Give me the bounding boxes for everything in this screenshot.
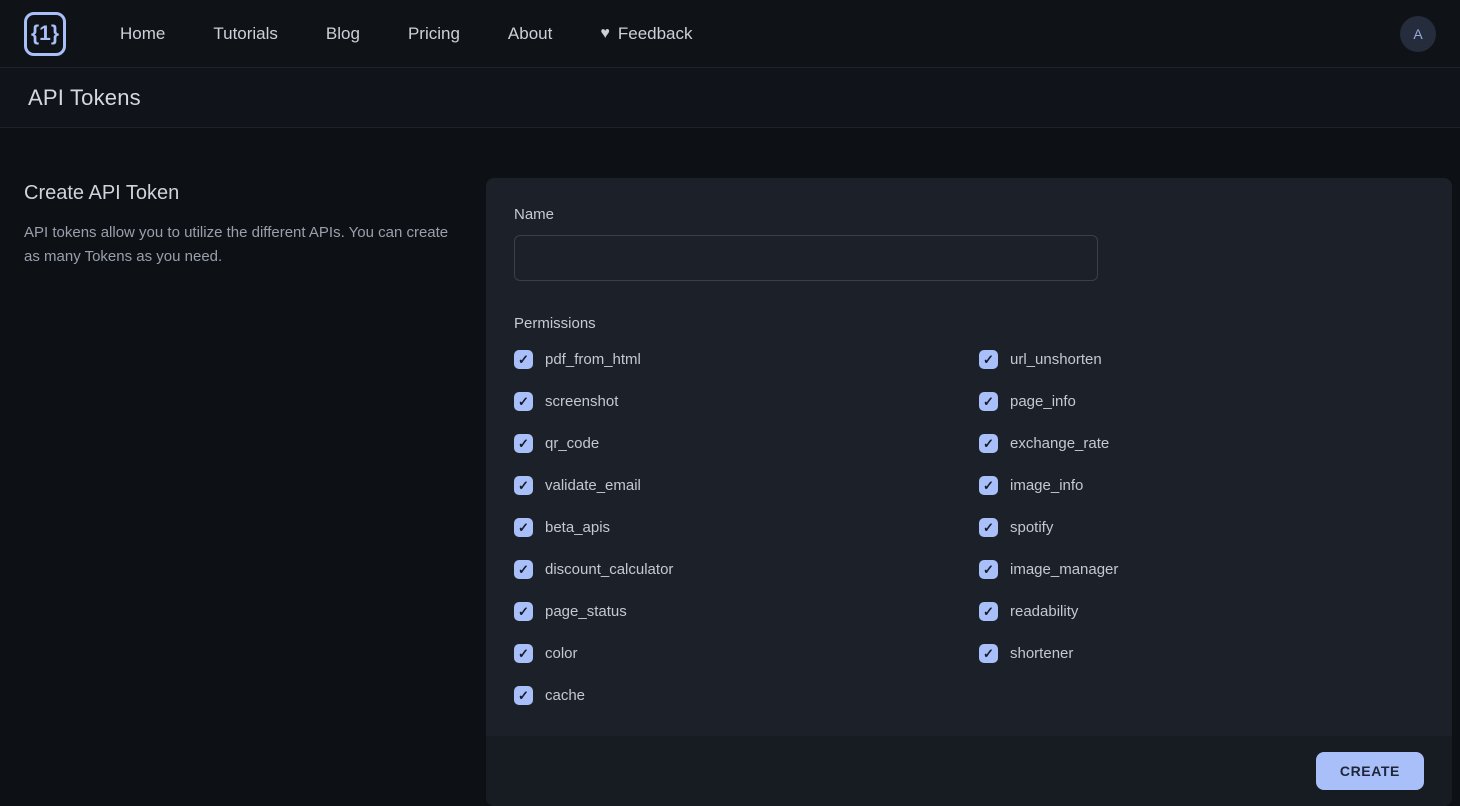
permission-item[interactable]: ✓ beta_apis: [514, 518, 610, 537]
permission-item[interactable]: ✓ discount_calculator: [514, 560, 673, 579]
permission-item[interactable]: ✓ validate_email: [514, 476, 641, 495]
navbar: {1} Home Tutorials Blog Pricing About ♥ Feedba…: [0, 0, 1460, 68]
name-input[interactable]: [514, 235, 1098, 281]
checkbox-checked-icon[interactable]: ✓: [514, 686, 533, 705]
card-body: Name Permissions ✓ pdf_from_html ✓ screensh…: [486, 178, 1452, 736]
permissions-column: ✓ pdf_from_html ✓ screenshot ✓ qr_code ✓ valida…: [514, 350, 959, 705]
checkbox-checked-icon[interactable]: ✓: [514, 644, 533, 663]
checkbox-checked-icon[interactable]: ✓: [979, 518, 998, 537]
permission-label: image_info: [1010, 477, 1083, 494]
permission-label: screenshot: [545, 393, 618, 410]
intro-section: Create API Token API tokens allow you to…: [24, 178, 486, 269]
permission-item[interactable]: ✓ pdf_from_html: [514, 350, 641, 369]
nav-item-label: Pricing: [408, 24, 460, 44]
nav-item-pricing[interactable]: Pricing: [384, 16, 484, 52]
permission-item[interactable]: ✓ page_info: [979, 392, 1076, 411]
checkbox-checked-icon[interactable]: ✓: [514, 560, 533, 579]
page-header: API Tokens: [0, 68, 1460, 128]
create-token-card: Name Permissions ✓ pdf_from_html ✓ screensh…: [486, 178, 1452, 806]
main-content: Create API Token API tokens allow you to…: [0, 128, 1460, 806]
nav-item-tutorials[interactable]: Tutorials: [189, 16, 302, 52]
permission-label: pdf_from_html: [545, 351, 641, 368]
permission-label: shortener: [1010, 645, 1073, 662]
checkbox-checked-icon[interactable]: ✓: [514, 392, 533, 411]
nav-item-label: Tutorials: [213, 24, 278, 44]
checkbox-checked-icon[interactable]: ✓: [979, 476, 998, 495]
nav-item-label: Blog: [326, 24, 360, 44]
checkbox-checked-icon[interactable]: ✓: [514, 518, 533, 537]
page-title: API Tokens: [28, 85, 141, 111]
permission-item[interactable]: ✓ image_manager: [979, 560, 1118, 579]
permission-item[interactable]: ✓ page_status: [514, 602, 627, 621]
permission-item[interactable]: ✓ screenshot: [514, 392, 618, 411]
checkbox-checked-icon[interactable]: ✓: [979, 350, 998, 369]
permissions-column: ✓ url_unshorten ✓ page_info ✓ exchange_rate ✓ i…: [979, 350, 1424, 705]
permission-label: cache: [545, 687, 585, 704]
checkbox-checked-icon[interactable]: ✓: [514, 434, 533, 453]
permissions-label: Permissions: [514, 315, 1424, 332]
checkbox-checked-icon[interactable]: ✓: [979, 644, 998, 663]
nav-item-home[interactable]: Home: [96, 16, 189, 52]
nav-item-label: Feedback: [618, 24, 693, 44]
permission-label: spotify: [1010, 519, 1053, 536]
section-description: API tokens allow you to utilize the diff…: [24, 221, 450, 269]
permission-item[interactable]: ✓ shortener: [979, 644, 1073, 663]
permission-item[interactable]: ✓ image_info: [979, 476, 1083, 495]
app-logo[interactable]: {1}: [24, 12, 66, 56]
permission-label: readability: [1010, 603, 1078, 620]
heart-icon: ♥: [600, 25, 610, 43]
permission-label: image_manager: [1010, 561, 1118, 578]
permission-label: exchange_rate: [1010, 435, 1109, 452]
permission-item[interactable]: ✓ spotify: [979, 518, 1053, 537]
name-label: Name: [514, 206, 1424, 223]
permission-label: page_info: [1010, 393, 1076, 410]
checkbox-checked-icon[interactable]: ✓: [514, 476, 533, 495]
permission-label: color: [545, 645, 578, 662]
nav-links: Home Tutorials Blog Pricing About ♥ Feedback: [96, 16, 1400, 52]
permission-item[interactable]: ✓ cache: [514, 686, 585, 705]
permission-label: page_status: [545, 603, 627, 620]
checkbox-checked-icon[interactable]: ✓: [979, 434, 998, 453]
permission-label: discount_calculator: [545, 561, 673, 578]
permission-item[interactable]: ✓ readability: [979, 602, 1078, 621]
permission-label: validate_email: [545, 477, 641, 494]
checkbox-checked-icon[interactable]: ✓: [979, 392, 998, 411]
nav-item-label: About: [508, 24, 552, 44]
card-footer: CREATE: [486, 736, 1452, 806]
create-button[interactable]: CREATE: [1316, 752, 1424, 790]
nav-item-blog[interactable]: Blog: [302, 16, 384, 52]
permission-item[interactable]: ✓ qr_code: [514, 434, 599, 453]
avatar[interactable]: A: [1400, 16, 1436, 52]
section-title: Create API Token: [24, 182, 450, 205]
checkbox-checked-icon[interactable]: ✓: [514, 350, 533, 369]
permission-item[interactable]: ✓ exchange_rate: [979, 434, 1109, 453]
permission-label: beta_apis: [545, 519, 610, 536]
nav-item-feedback[interactable]: ♥ Feedback: [576, 16, 716, 52]
permissions-grid: ✓ pdf_from_html ✓ screenshot ✓ qr_code ✓ valida…: [514, 350, 1424, 705]
nav-item-label: Home: [120, 24, 165, 44]
checkbox-checked-icon[interactable]: ✓: [979, 560, 998, 579]
permission-item[interactable]: ✓ color: [514, 644, 578, 663]
permission-label: url_unshorten: [1010, 351, 1102, 368]
checkbox-checked-icon[interactable]: ✓: [979, 602, 998, 621]
permission-item[interactable]: ✓ url_unshorten: [979, 350, 1102, 369]
permission-label: qr_code: [545, 435, 599, 452]
checkbox-checked-icon[interactable]: ✓: [514, 602, 533, 621]
nav-item-about[interactable]: About: [484, 16, 576, 52]
